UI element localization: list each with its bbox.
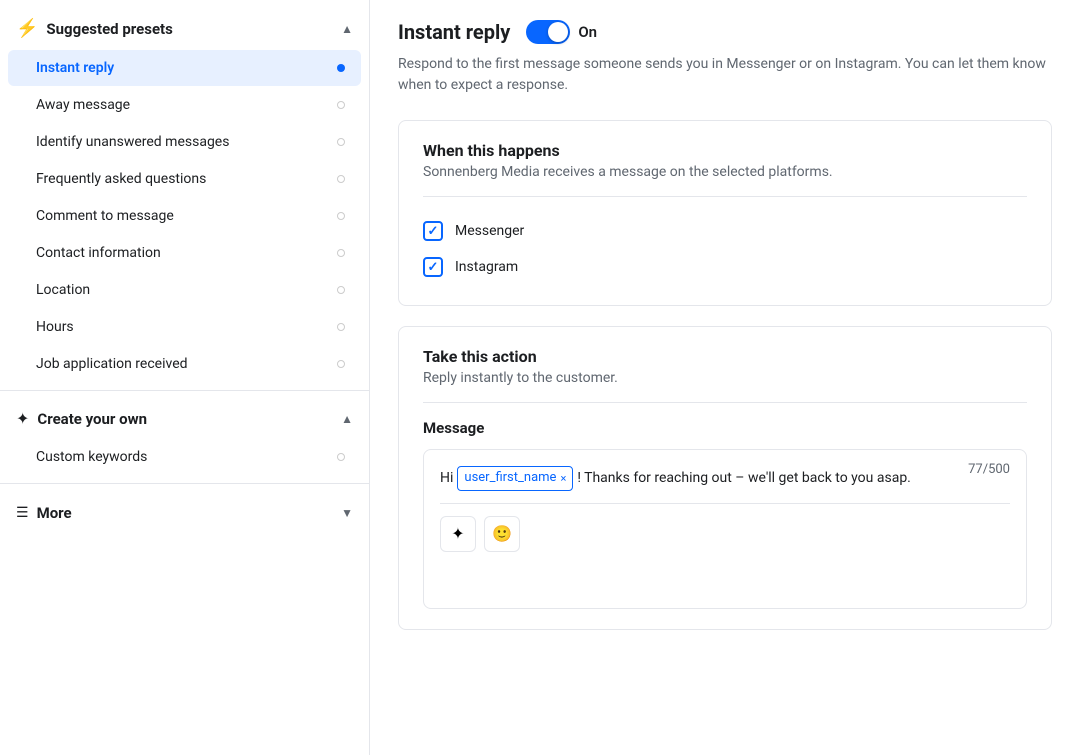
inactive-dot-icon xyxy=(337,286,345,294)
message-label: Message xyxy=(423,419,1027,437)
sidebar-item-contact-information[interactable]: Contact information xyxy=(8,235,361,271)
instagram-checkbox[interactable]: ✓ xyxy=(423,257,443,277)
create-your-own-chevron: ▲ xyxy=(341,412,353,426)
messenger-label: Messenger xyxy=(455,223,524,239)
sidebar-item-instant-reply[interactable]: Instant reply xyxy=(8,50,361,86)
suggested-presets-title: Suggested presets xyxy=(46,20,172,38)
instagram-label: Instagram xyxy=(455,259,518,275)
tag-close-icon[interactable]: × xyxy=(560,470,566,488)
create-your-own-title: Create your own xyxy=(37,410,147,428)
message-content: Hi user_first_name × ! Thanks for reachi… xyxy=(440,466,1010,491)
inactive-dot-icon xyxy=(337,249,345,257)
user-first-name-tag[interactable]: user_first_name × xyxy=(457,466,573,491)
sidebar-item-away-message[interactable]: Away message xyxy=(8,87,361,123)
message-prefix: Hi xyxy=(440,467,453,489)
active-dot-icon xyxy=(337,64,345,72)
main-content: Instant reply On Respond to the first me… xyxy=(370,0,1080,755)
toggle-label: On xyxy=(578,23,597,41)
sidebar: ⚡ Suggested presets ▲ Instant reply Away… xyxy=(0,0,370,755)
suggested-presets-chevron: ▲ xyxy=(341,22,353,36)
take-action-subtitle: Reply instantly to the customer. xyxy=(423,370,1027,386)
hamburger-icon: ☰ xyxy=(16,505,29,521)
sidebar-item-custom-keywords[interactable]: Custom keywords xyxy=(8,439,361,475)
sidebar-item-job-application[interactable]: Job application received xyxy=(8,346,361,382)
message-box[interactable]: 77/500 Hi user_first_name × ! Thanks for… xyxy=(423,449,1027,609)
sidebar-item-frequently-asked[interactable]: Frequently asked questions xyxy=(8,161,361,197)
checkmark-icon: ✓ xyxy=(428,224,439,239)
more-chevron: ▼ xyxy=(341,506,353,520)
action-card-divider xyxy=(423,402,1027,403)
checkmark-icon: ✓ xyxy=(428,260,439,275)
sidebar-item-identify-unanswered[interactable]: Identify unanswered messages xyxy=(8,124,361,160)
message-actions: ✦ 🙂 xyxy=(440,503,1010,552)
sidebar-item-comment-to-message[interactable]: Comment to message xyxy=(8,198,361,234)
message-suffix: ! Thanks for reaching out – we'll get ba… xyxy=(577,467,911,489)
take-action-title: Take this action xyxy=(423,347,1027,366)
toggle-thumb xyxy=(548,22,568,42)
when-happens-card: When this happens Sonnenberg Media recei… xyxy=(398,120,1052,306)
sidebar-items-list: Instant reply Away message Identify unan… xyxy=(0,50,369,382)
messenger-checkbox-item[interactable]: ✓ Messenger xyxy=(423,213,1027,249)
create-your-own-section[interactable]: ✦ Create your own ▲ xyxy=(0,399,369,438)
sidebar-item-location[interactable]: Location xyxy=(8,272,361,308)
tag-label: user_first_name xyxy=(464,468,556,489)
diamond-icon: ✦ xyxy=(16,409,29,428)
more-section[interactable]: ☰ More ▼ xyxy=(0,492,369,534)
inactive-dot-icon xyxy=(337,453,345,461)
divider-1 xyxy=(0,390,369,391)
when-card-divider xyxy=(423,196,1027,197)
page-header: Instant reply On xyxy=(398,20,1052,44)
ai-button[interactable]: ✦ xyxy=(440,516,476,552)
suggested-presets-section[interactable]: ⚡ Suggested presets ▲ xyxy=(0,8,369,49)
when-happens-subtitle: Sonnenberg Media receives a message on t… xyxy=(423,164,1027,180)
inactive-dot-icon xyxy=(337,101,345,109)
toggle-wrapper[interactable]: On xyxy=(526,20,597,44)
when-happens-title: When this happens xyxy=(423,141,1027,160)
inactive-dot-icon xyxy=(337,360,345,368)
take-action-card: Take this action Reply instantly to the … xyxy=(398,326,1052,630)
emoji-button[interactable]: 🙂 xyxy=(484,516,520,552)
inactive-dot-icon xyxy=(337,323,345,331)
inactive-dot-icon xyxy=(337,175,345,183)
inactive-dot-icon xyxy=(337,212,345,220)
page-description: Respond to the first message someone sen… xyxy=(398,54,1052,96)
page-title: Instant reply xyxy=(398,20,510,44)
messenger-checkbox[interactable]: ✓ xyxy=(423,221,443,241)
sidebar-item-hours[interactable]: Hours xyxy=(8,309,361,345)
instant-reply-toggle[interactable] xyxy=(526,20,570,44)
lightning-icon: ⚡ xyxy=(16,18,38,39)
divider-2 xyxy=(0,483,369,484)
char-count: 77/500 xyxy=(968,462,1010,477)
instagram-checkbox-item[interactable]: ✓ Instagram xyxy=(423,249,1027,285)
inactive-dot-icon xyxy=(337,138,345,146)
